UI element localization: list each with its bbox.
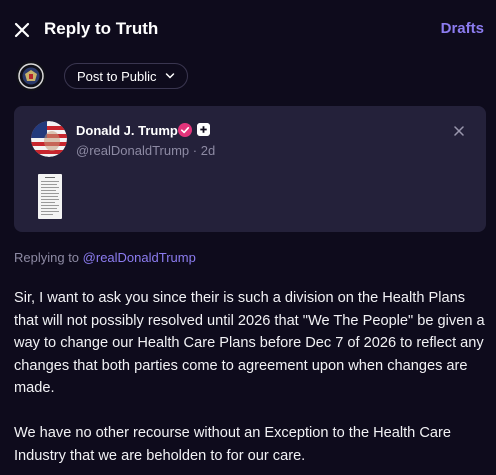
close-icon[interactable] [10, 18, 34, 42]
document-thumbnail[interactable] [38, 174, 62, 219]
quoted-author-name: Donald J. Trump [76, 123, 178, 138]
privacy-selector[interactable]: Post to Public [64, 63, 188, 89]
quoted-handle-line: @realDonaldTrump · 2d [76, 143, 215, 158]
header: Reply to Truth Drafts [0, 0, 496, 60]
verified-badge-icon [178, 123, 192, 137]
quoted-post-card: Donald J. Trump @realDonaldTrump · 2d [14, 106, 486, 232]
plus-badge-icon [197, 123, 210, 136]
page-title: Reply to Truth [44, 19, 159, 38]
replying-prefix: Replying to [14, 250, 80, 265]
quoted-time: 2d [200, 143, 216, 158]
reply-text-area[interactable]: Sir, I want to ask you since their is su… [14, 287, 488, 467]
replying-handle-link[interactable]: @realDonaldTrump [83, 250, 196, 265]
drafts-button[interactable]: Drafts [441, 20, 484, 37]
separator: · [192, 143, 198, 158]
avatar[interactable] [16, 61, 46, 91]
flag-portrait-icon [31, 121, 67, 157]
seal-icon [16, 61, 46, 91]
chevron-down-icon [165, 73, 174, 79]
reply-paragraph: We have no other recourse without an Exc… [14, 425, 451, 464]
remove-quote-icon[interactable] [453, 125, 465, 137]
quoted-handle: @realDonaldTrump [76, 143, 190, 158]
quoted-avatar[interactable] [31, 121, 67, 157]
replying-to: Replying to @realDonaldTrump [14, 250, 196, 265]
reply-paragraph: Sir, I want to ask you since their is su… [14, 290, 485, 396]
privacy-label: Post to Public [77, 68, 157, 84]
